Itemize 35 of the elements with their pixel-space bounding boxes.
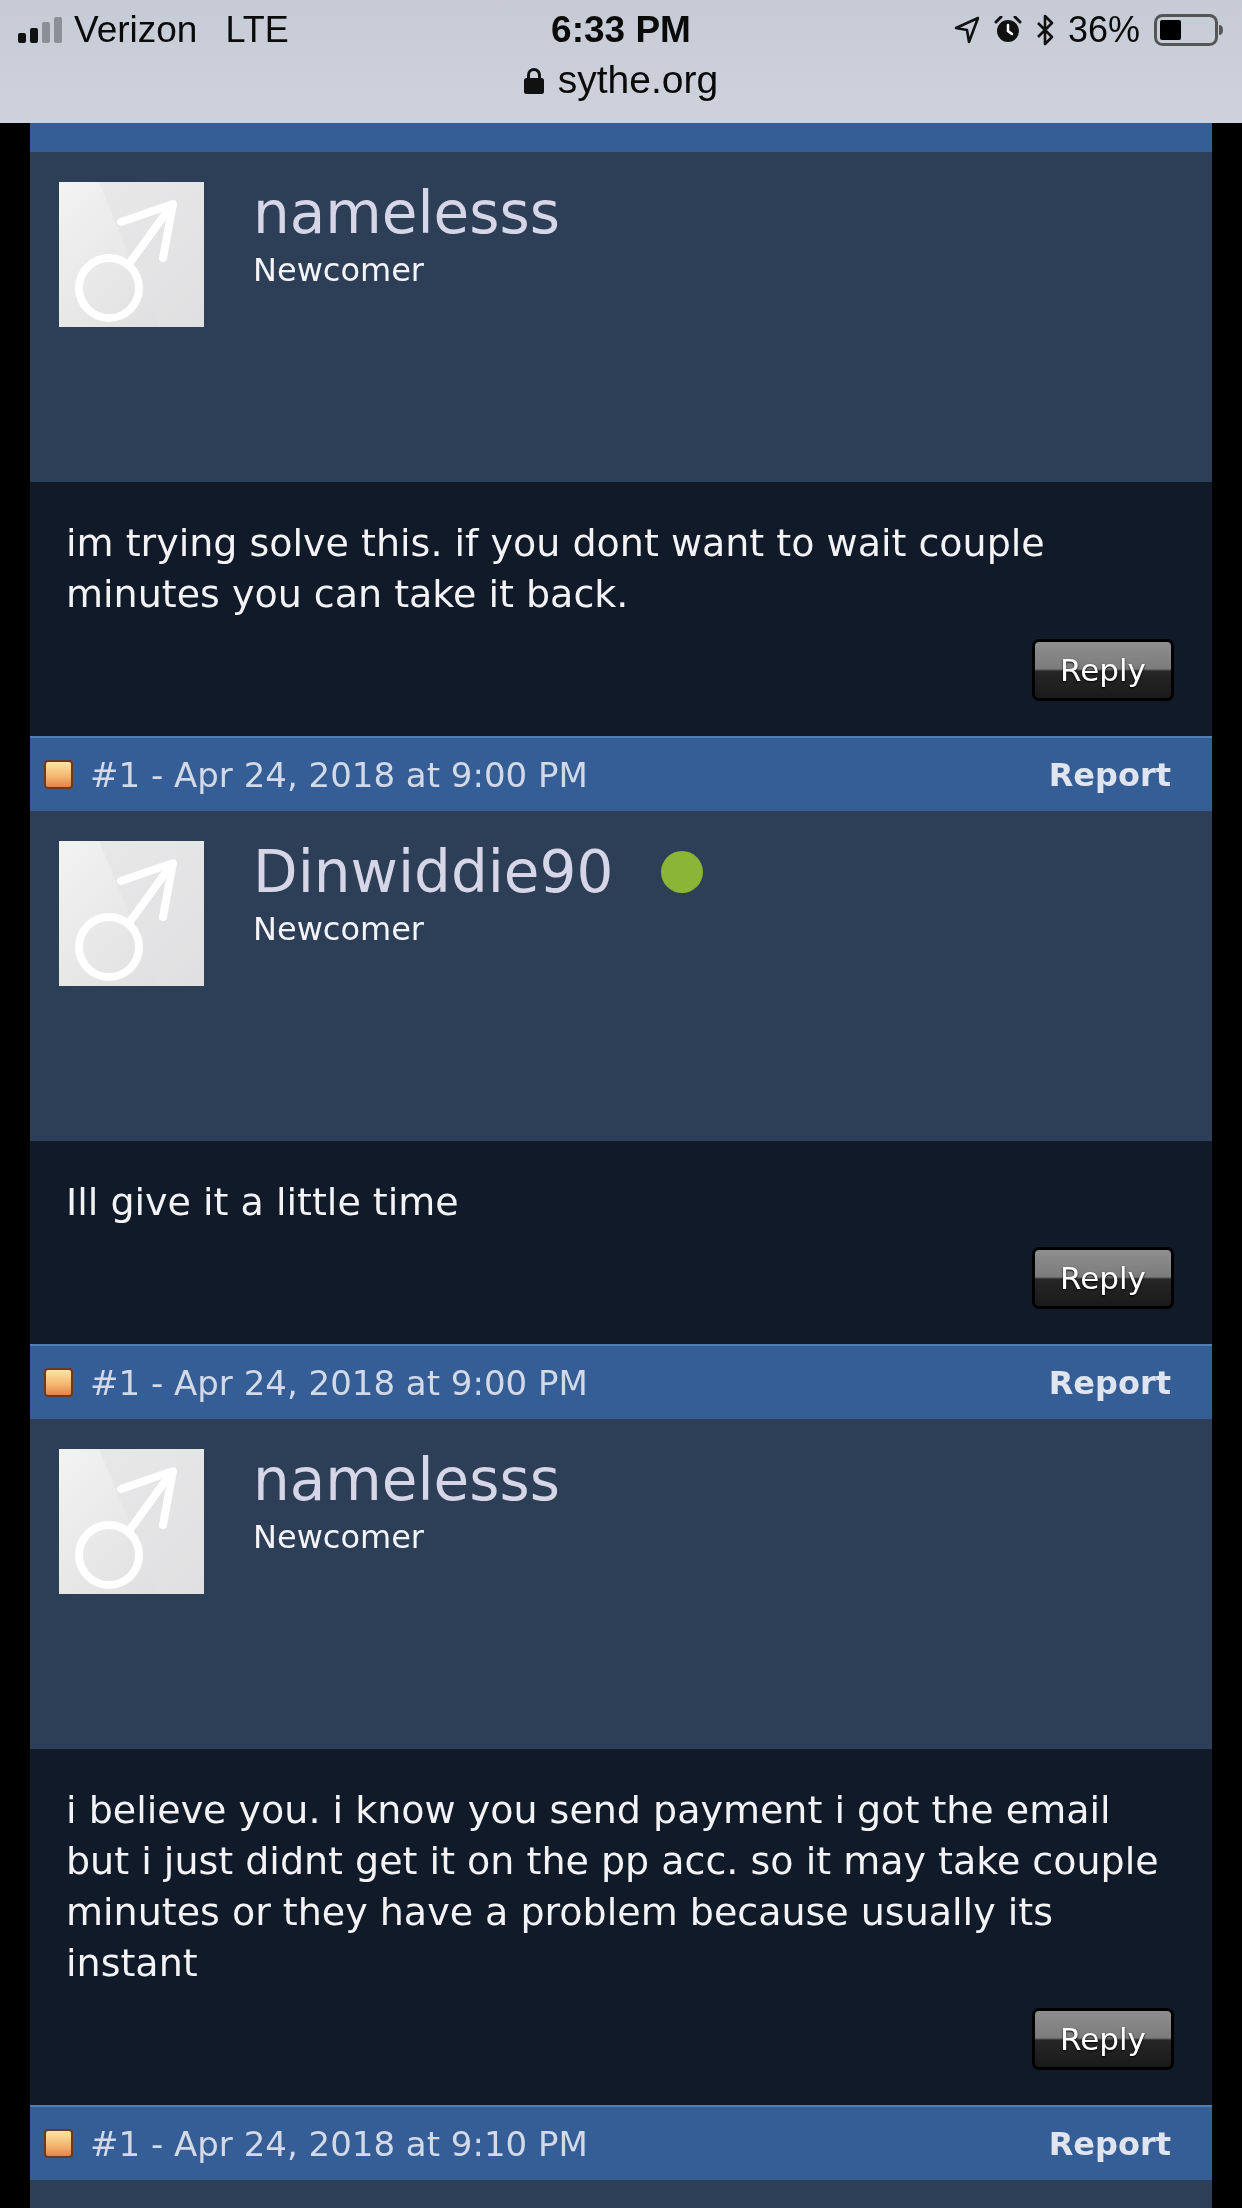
signal-icon bbox=[18, 17, 62, 43]
post-number-date: #1 - Apr 24, 2018 at 9:00 PM bbox=[90, 754, 588, 795]
male-symbol-icon bbox=[59, 841, 204, 986]
battery-percentage: 36% bbox=[1067, 9, 1140, 51]
note-icon bbox=[44, 760, 73, 789]
post-number-date: #1 - Apr 24, 2018 at 9:00 PM bbox=[90, 1362, 588, 1403]
report-link[interactable]: Report bbox=[1048, 755, 1171, 794]
username[interactable]: namelesss bbox=[253, 1449, 560, 1511]
url-address[interactable]: sythe.org bbox=[557, 58, 719, 102]
male-symbol-icon bbox=[59, 182, 204, 327]
battery-icon bbox=[1154, 14, 1224, 46]
report-link[interactable]: Report bbox=[1048, 1363, 1171, 1402]
post-number-date: #1 - Apr 24, 2018 at 9:10 PM bbox=[90, 2123, 588, 2164]
report-link[interactable]: Report bbox=[1048, 2124, 1171, 2163]
message-text: Ill give it a little time bbox=[66, 1179, 460, 1226]
username[interactable]: namelesss bbox=[253, 182, 560, 244]
carrier-label: Verizon bbox=[74, 9, 198, 51]
user-rank: Newcomer bbox=[253, 252, 425, 289]
male-symbol-icon bbox=[59, 1449, 204, 1594]
reply-button[interactable]: Reply bbox=[1032, 639, 1174, 701]
network-label: LTE bbox=[225, 9, 289, 51]
clock-time: 6:33 PM bbox=[551, 9, 691, 50]
username[interactable]: Dinwiddie90 bbox=[253, 841, 614, 903]
message-text: i believe you. i know you send payment i got the email but i just didnt get it on the pp acc. so it may take couple minutes or they have a problem because usually its instant bbox=[66, 1787, 1160, 1987]
alarm-clock-icon bbox=[993, 16, 1022, 44]
user-rank: Newcomer bbox=[253, 911, 425, 948]
lock-icon bbox=[523, 66, 544, 94]
location-arrow-icon bbox=[953, 16, 980, 44]
user-rank: Newcomer bbox=[253, 1519, 425, 1556]
bluetooth-icon bbox=[1035, 14, 1054, 46]
reply-button[interactable]: Reply bbox=[1032, 2008, 1174, 2070]
note-icon bbox=[44, 1368, 73, 1397]
note-icon bbox=[44, 2129, 73, 2158]
message-text: im trying solve this. if you dont want to wait couple minutes you can take it back. bbox=[66, 520, 1046, 618]
reply-button[interactable]: Reply bbox=[1032, 1247, 1174, 1309]
